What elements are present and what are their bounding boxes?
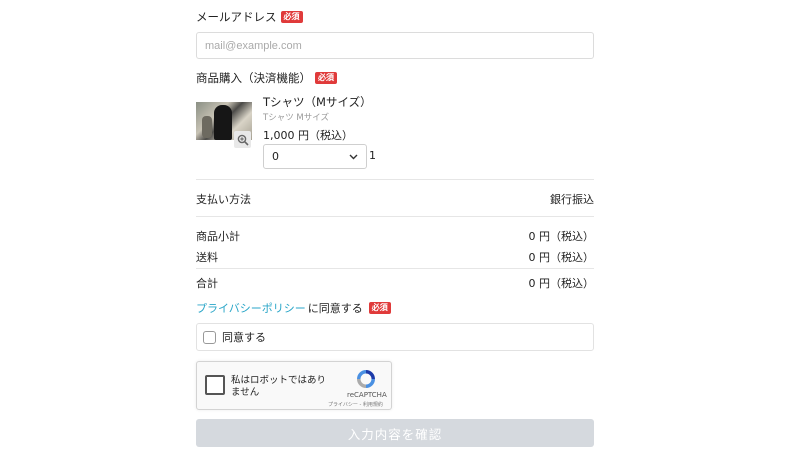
recaptcha-checkbox[interactable] bbox=[205, 375, 225, 395]
email-label: メールアドレス 必須 bbox=[196, 9, 303, 25]
chevron-down-icon bbox=[349, 154, 358, 159]
product-name: Tシャツ（Mサイズ） bbox=[263, 95, 372, 109]
recaptcha-label: 私はロボットではありません bbox=[231, 375, 327, 398]
product-subtitle: Tシャツ Mサイズ bbox=[263, 113, 329, 123]
divider bbox=[196, 179, 594, 180]
required-badge: 必須 bbox=[315, 72, 337, 84]
required-badge: 必須 bbox=[368, 302, 391, 314]
privacy-policy-label: プライバシーポリシー に同意する 必須 bbox=[196, 300, 391, 316]
zoom-in-icon[interactable] bbox=[234, 131, 251, 148]
email-input[interactable] bbox=[196, 32, 594, 59]
divider bbox=[196, 268, 594, 269]
quantity-select[interactable]: 0 bbox=[263, 144, 367, 169]
required-badge: 必須 bbox=[280, 11, 303, 23]
total-row: 合計 0 円（税込） bbox=[196, 277, 594, 290]
recaptcha-widget: 私はロボットではありません reCAPTCHA プライバシー - 利用規約 bbox=[196, 361, 392, 410]
payment-method-row: 支払い方法 銀行振込 bbox=[196, 193, 594, 206]
confirm-button[interactable]: 入力内容を確認 bbox=[196, 419, 594, 447]
shipping-row: 送料 0 円（税込） bbox=[196, 251, 594, 264]
recaptcha-terms-link[interactable]: プライバシー - 利用規約 bbox=[328, 401, 383, 408]
recaptcha-brand: reCAPTCHA bbox=[347, 391, 387, 399]
agree-checkbox-field[interactable]: 同意する bbox=[196, 323, 594, 351]
recaptcha-logo-icon bbox=[357, 370, 375, 388]
purchase-label: 商品購入（決済機能） 必須 bbox=[196, 70, 337, 86]
privacy-policy-link[interactable]: プライバシーポリシー bbox=[196, 300, 306, 316]
divider bbox=[196, 216, 594, 217]
product-price: 1,000 円（税込） bbox=[263, 129, 353, 142]
subtotal-row: 商品小計 0 円（税込） bbox=[196, 230, 594, 243]
quantity-max: 1 bbox=[369, 149, 376, 162]
agree-checkbox[interactable] bbox=[203, 330, 216, 344]
